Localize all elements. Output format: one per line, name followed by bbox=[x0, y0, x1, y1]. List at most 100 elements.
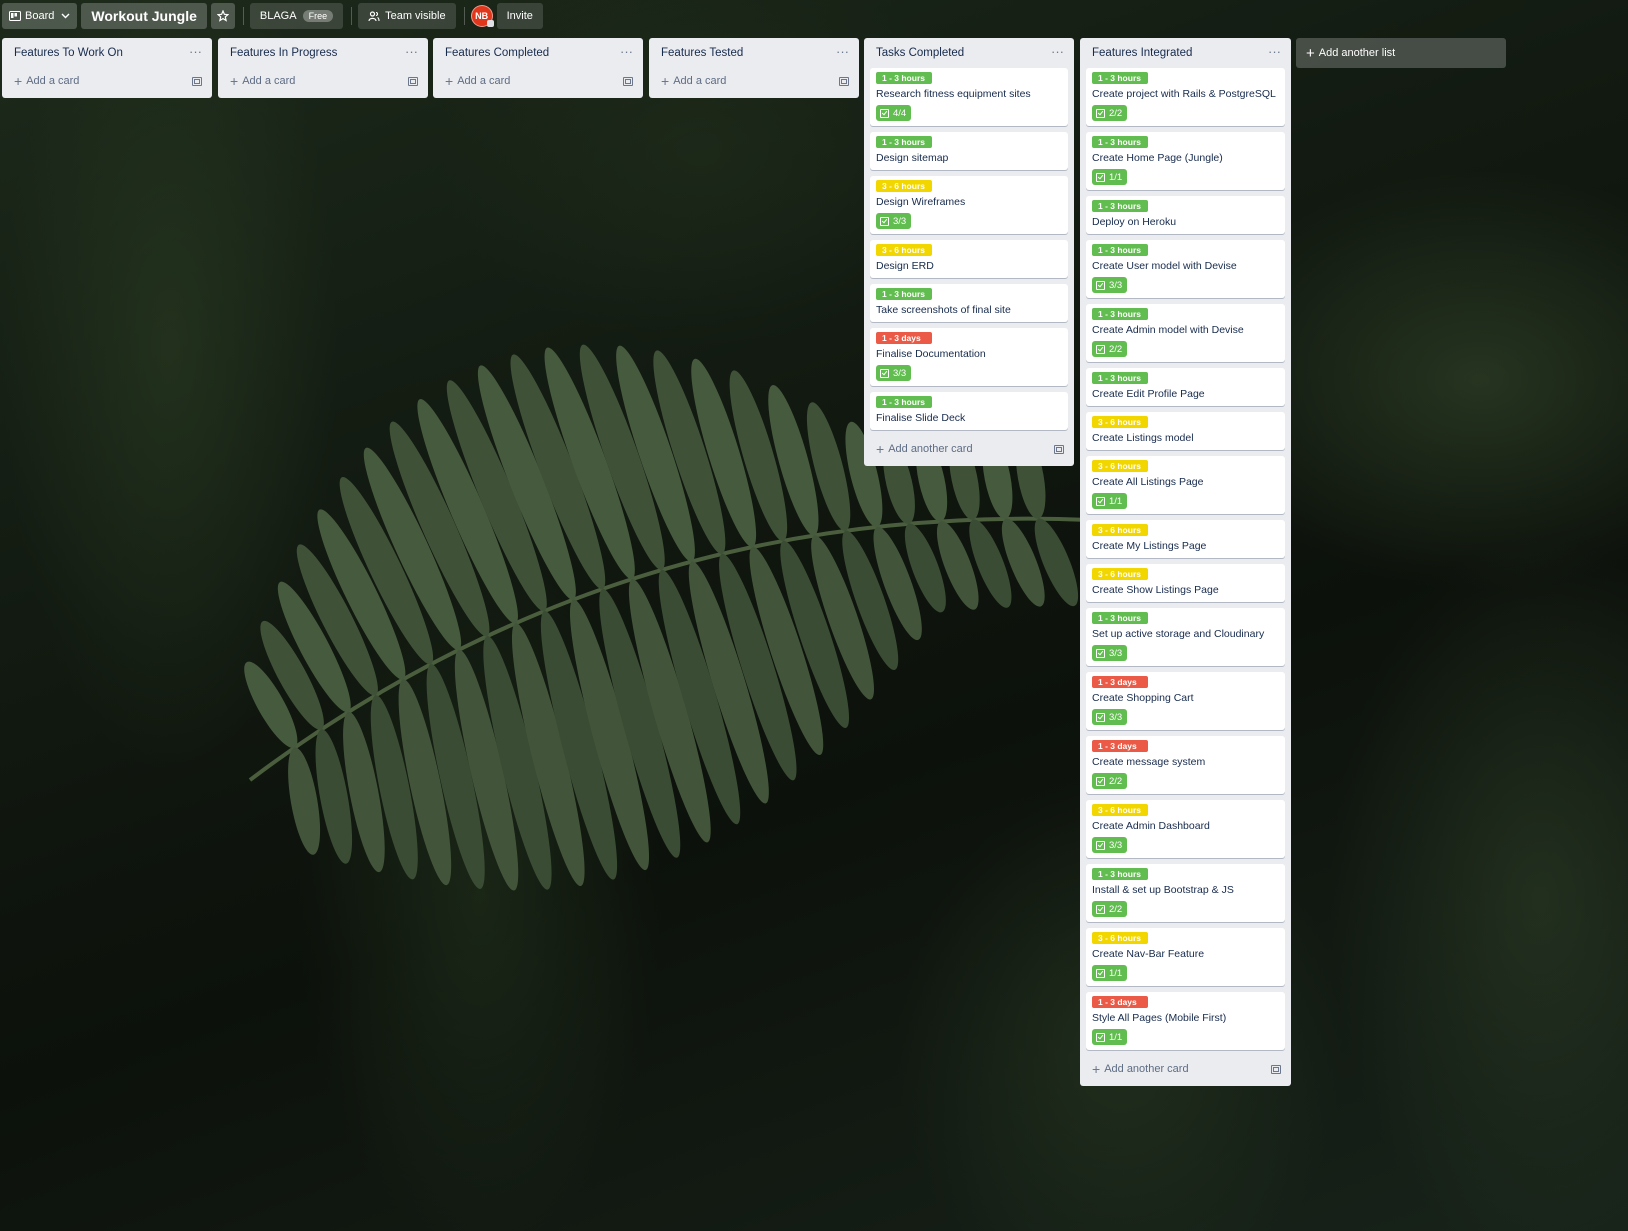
card[interactable]: 3 - 6 hours Design Wireframes 3/3 bbox=[870, 176, 1068, 234]
card-label[interactable]: 1 - 3 hours bbox=[1092, 372, 1148, 384]
add-card-label: Add a card bbox=[673, 75, 727, 87]
card[interactable]: 1 - 3 days Finalise Documentation 3/3 bbox=[870, 328, 1068, 386]
list-header[interactable]: Features To Work On ··· bbox=[8, 38, 206, 68]
card[interactable]: 3 - 6 hours Create Nav-Bar Feature 1/1 bbox=[1086, 928, 1285, 986]
card-label[interactable]: 1 - 3 hours bbox=[876, 396, 932, 408]
add-card-button[interactable]: + Add a card bbox=[439, 68, 637, 94]
card[interactable]: 1 - 3 hours Create Home Page (Jungle) 1/1 bbox=[1086, 132, 1285, 190]
list-title[interactable]: Features Integrated bbox=[1092, 47, 1192, 59]
card-label[interactable]: 1 - 3 days bbox=[1092, 676, 1148, 688]
list-title[interactable]: Tasks Completed bbox=[876, 47, 964, 59]
add-card-button[interactable]: + Add a card bbox=[224, 68, 422, 94]
list-header[interactable]: Features Integrated ··· bbox=[1086, 38, 1285, 68]
add-card-button[interactable]: + Add a card bbox=[655, 68, 853, 94]
template-icon[interactable] bbox=[1271, 1064, 1281, 1074]
add-card-button[interactable]: + Add another card bbox=[870, 436, 1068, 462]
card-label[interactable]: 1 - 3 hours bbox=[1092, 244, 1148, 256]
card-label[interactable]: 3 - 6 hours bbox=[1092, 524, 1148, 536]
card-label[interactable]: 3 - 6 hours bbox=[1092, 460, 1148, 472]
add-list-button[interactable]: + Add another list bbox=[1296, 38, 1506, 68]
card-label[interactable]: 3 - 6 hours bbox=[1092, 804, 1148, 816]
card-label[interactable]: 3 - 6 hours bbox=[876, 244, 932, 256]
star-button[interactable] bbox=[210, 3, 235, 29]
list-title[interactable]: Features To Work On bbox=[14, 47, 123, 59]
plus-icon: + bbox=[1306, 44, 1315, 62]
checklist-count: 3/3 bbox=[893, 367, 907, 379]
card[interactable]: 1 - 3 hours Deploy on Heroku bbox=[1086, 196, 1285, 234]
card[interactable]: 1 - 3 hours Design sitemap bbox=[870, 132, 1068, 170]
card-label[interactable]: 1 - 3 hours bbox=[1092, 612, 1148, 624]
ellipsis-icon[interactable]: ··· bbox=[189, 45, 202, 62]
ellipsis-icon[interactable]: ··· bbox=[836, 45, 849, 62]
card-label[interactable]: 1 - 3 days bbox=[876, 332, 932, 344]
list-header[interactable]: Features Completed ··· bbox=[439, 38, 637, 68]
list-title[interactable]: Features Tested bbox=[661, 47, 743, 59]
template-icon[interactable] bbox=[408, 76, 418, 86]
card[interactable]: 1 - 3 hours Set up active storage and Clo… bbox=[1086, 608, 1285, 666]
card-label[interactable]: 1 - 3 days bbox=[1092, 740, 1148, 752]
card-label[interactable]: 1 - 3 hours bbox=[876, 136, 932, 148]
card[interactable]: 1 - 3 hours Create User model with Devise… bbox=[1086, 240, 1285, 298]
card[interactable]: 1 - 3 days Create message system 2/2 bbox=[1086, 736, 1285, 794]
ellipsis-icon[interactable]: ··· bbox=[620, 45, 633, 62]
template-icon[interactable] bbox=[192, 76, 202, 86]
card-label[interactable]: 1 - 3 hours bbox=[876, 72, 932, 84]
card-title: Create project with Rails & PostgreSQL bbox=[1092, 88, 1276, 100]
invite-button[interactable]: Invite bbox=[496, 3, 543, 29]
template-icon[interactable] bbox=[1054, 444, 1064, 454]
card-label[interactable]: 1 - 3 hours bbox=[1092, 868, 1148, 880]
card-title: Take screenshots of final site bbox=[876, 304, 1011, 316]
visibility-label: Team visible bbox=[385, 10, 446, 22]
card[interactable]: 1 - 3 hours Create Edit Profile Page bbox=[1086, 368, 1285, 406]
card[interactable]: 1 - 3 hours Take screenshots of final sit… bbox=[870, 284, 1068, 322]
add-card-button[interactable]: + Add a card bbox=[8, 68, 206, 94]
card[interactable]: 3 - 6 hours Create Admin Dashboard 3/3 bbox=[1086, 800, 1285, 858]
card-label[interactable]: 3 - 6 hours bbox=[1092, 568, 1148, 580]
checklist-icon bbox=[1096, 904, 1105, 914]
card[interactable]: 1 - 3 hours Create Admin model with Devis… bbox=[1086, 304, 1285, 362]
checklist-icon bbox=[1096, 496, 1105, 506]
template-icon[interactable] bbox=[623, 76, 633, 86]
card[interactable]: 3 - 6 hours Create Listings model bbox=[1086, 412, 1285, 450]
card[interactable]: 3 - 6 hours Design ERD bbox=[870, 240, 1068, 278]
card-label[interactable]: 1 - 3 hours bbox=[1092, 308, 1148, 320]
checklist-badge: 3/3 bbox=[1092, 277, 1128, 293]
template-icon[interactable] bbox=[839, 76, 849, 86]
ellipsis-icon[interactable]: ··· bbox=[405, 45, 418, 62]
board-view-switcher[interactable]: Board bbox=[2, 3, 78, 29]
visibility-button[interactable]: Team visible bbox=[358, 3, 456, 29]
list-title[interactable]: Features In Progress bbox=[230, 47, 337, 59]
avatar[interactable]: NB bbox=[470, 5, 494, 27]
checklist-badge: 2/2 bbox=[1092, 901, 1128, 917]
workspace-button[interactable]: BLAGA Free bbox=[249, 3, 344, 29]
list-header[interactable]: Features In Progress ··· bbox=[224, 38, 422, 68]
board-title[interactable]: Workout Jungle bbox=[81, 3, 207, 29]
card-label[interactable]: 1 - 3 days bbox=[1092, 996, 1148, 1008]
card[interactable]: 3 - 6 hours Create My Listings Page bbox=[1086, 520, 1285, 558]
card[interactable]: 1 - 3 hours Finalise Slide Deck bbox=[870, 392, 1068, 430]
card-label[interactable]: 3 - 6 hours bbox=[1092, 416, 1148, 428]
list-header[interactable]: Features Tested ··· bbox=[655, 38, 853, 68]
checklist-count: 2/2 bbox=[1109, 903, 1123, 915]
list-title[interactable]: Features Completed bbox=[445, 47, 549, 59]
list-header[interactable]: Tasks Completed ··· bbox=[870, 38, 1068, 68]
card[interactable]: 1 - 3 hours Install & set up Bootstrap & … bbox=[1086, 864, 1285, 922]
card[interactable]: 1 - 3 days Style All Pages (Mobile First)… bbox=[1086, 992, 1285, 1050]
card[interactable]: 3 - 6 hours Create All Listings Page 1/1 bbox=[1086, 456, 1285, 514]
card-label[interactable]: 1 - 3 hours bbox=[876, 288, 932, 300]
list: Features Integrated ··· 1 - 3 hours Create … bbox=[1080, 38, 1291, 1086]
card-label[interactable]: 3 - 6 hours bbox=[876, 180, 932, 192]
add-card-button[interactable]: + Add another card bbox=[1086, 1056, 1285, 1082]
card-label[interactable]: 3 - 6 hours bbox=[1092, 932, 1148, 944]
card-label[interactable]: 1 - 3 hours bbox=[1092, 136, 1148, 148]
ellipsis-icon[interactable]: ··· bbox=[1051, 45, 1064, 62]
card-label[interactable]: 1 - 3 hours bbox=[1092, 200, 1148, 212]
plus-icon: + bbox=[1092, 1061, 1101, 1077]
card[interactable]: 1 - 3 days Create Shopping Cart 3/3 bbox=[1086, 672, 1285, 730]
card[interactable]: 1 - 3 hours Research fitness equipment si… bbox=[870, 68, 1068, 126]
list: Features Completed ··· + Add a card bbox=[433, 38, 643, 98]
card-label[interactable]: 1 - 3 hours bbox=[1092, 72, 1148, 84]
card[interactable]: 1 - 3 hours Create project with Rails & P… bbox=[1086, 68, 1285, 126]
ellipsis-icon[interactable]: ··· bbox=[1268, 45, 1281, 62]
card[interactable]: 3 - 6 hours Create Show Listings Page bbox=[1086, 564, 1285, 602]
